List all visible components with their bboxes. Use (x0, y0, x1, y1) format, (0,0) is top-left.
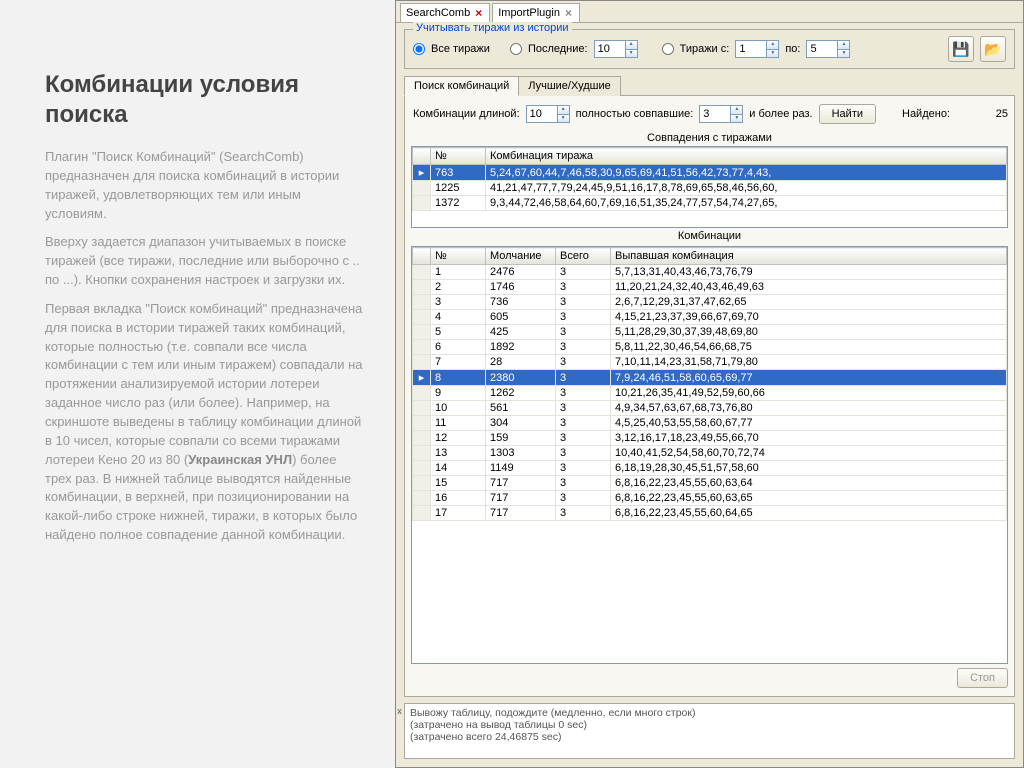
spin-from[interactable]: ▲▼ (735, 40, 779, 58)
table-row[interactable]: 1056134,9,34,57,63,67,68,73,76,80 (413, 401, 1007, 416)
log-line: (затрачено всего 24,46875 sec) (410, 731, 1009, 743)
matches-title: Совпадения с тиражами (411, 130, 1008, 146)
wtab-searchcomb[interactable]: SearchComb × (400, 3, 490, 22)
column-header[interactable]: Комбинация тиража (486, 148, 1007, 165)
table-row[interactable]: 21746311,20,21,24,32,40,43,46,49,63 (413, 280, 1007, 295)
range-title: Учитывать тиражи из истории (413, 22, 572, 34)
table-row[interactable]: 1771736,8,16,22,23,45,55,60,64,65 (413, 506, 1007, 521)
table-row[interactable]: 1671736,8,16,22,23,45,55,60,63,65 (413, 491, 1007, 506)
doc-title: Комбинации условия поиска (45, 70, 365, 130)
find-button[interactable]: Найти (819, 104, 876, 124)
save-icon[interactable]: 💾 (948, 36, 974, 62)
label-last-draws: Последние: (528, 43, 588, 55)
table-row[interactable]: 131303310,40,41,52,54,58,60,70,72,74 (413, 446, 1007, 461)
doc-p1: Плагин "Поиск Комбинаций" (SearchComb) п… (45, 148, 365, 223)
spin-combo-len[interactable]: ▲▼ (526, 105, 570, 123)
table-row[interactable]: 1130434,5,25,40,53,55,58,60,67,77 (413, 416, 1007, 431)
label-full-match: полностью совпавшие: (576, 108, 694, 120)
found-value: 25 (996, 108, 1008, 120)
table-row[interactable]: ▸7635,24,67,60,44,7,46,58,30,9,65,69,41,… (413, 165, 1007, 181)
stop-button[interactable]: Стоп (957, 668, 1008, 688)
spin-to[interactable]: ▲▼ (806, 40, 850, 58)
label-all-draws: Все тиражи (431, 43, 490, 55)
spin-to-input[interactable] (807, 41, 837, 57)
column-header[interactable]: Выпавшая комбинация (611, 248, 1007, 265)
table-row[interactable]: 373632,6,7,12,29,31,37,47,62,65 (413, 295, 1007, 310)
spin-from-input[interactable] (736, 41, 766, 57)
table-row[interactable]: 91262310,21,26,35,41,49,52,59,60,66 (413, 386, 1007, 401)
log-box: x Вывожу таблицу, подождите (медленно, е… (404, 703, 1015, 759)
log-line: (затрачено на вывод таблицы 0 sec) (410, 719, 1009, 731)
doc-p3: Первая вкладка "Поиск комбинаций" предна… (45, 300, 365, 545)
doc-side-panel: Комбинации условия поиска Плагин "Поиск … (0, 0, 395, 768)
label-combo-len: Комбинации длиной: (413, 108, 520, 120)
matches-grid[interactable]: №Комбинация тиража▸7635,24,67,60,44,7,46… (412, 147, 1007, 211)
spin-last[interactable]: ▲▼ (594, 40, 638, 58)
wtab-importplugin[interactable]: ImportPlugin × (492, 3, 580, 22)
table-row[interactable]: 6189235,8,11,22,30,46,54,66,68,75 (413, 340, 1007, 355)
chevron-up-icon: ▲ (626, 41, 637, 50)
table-row[interactable]: 13729,3,44,72,46,58,64,60,7,69,16,51,35,… (413, 196, 1007, 211)
table-row[interactable]: 14114936,18,19,28,30,45,51,57,58,60 (413, 461, 1007, 476)
spin-full-match[interactable]: ▲▼ (699, 105, 743, 123)
table-row[interactable]: 72837,10,11,14,23,31,58,71,79,80 (413, 355, 1007, 370)
doc-p2: Вверху задается диапазон учитываемых в п… (45, 233, 365, 290)
inner-tabs: Поиск комбинаций Лучшие/Худшие (404, 75, 1015, 96)
close-icon[interactable]: × (563, 6, 574, 20)
spin-combo-len-input[interactable] (527, 106, 557, 122)
app-window: SearchComb × ImportPlugin × Учитывать ти… (395, 0, 1024, 768)
spin-last-input[interactable] (595, 41, 625, 57)
criteria-row: Комбинации длиной: ▲▼ полностью совпавши… (411, 102, 1008, 130)
close-icon[interactable]: × (473, 6, 484, 20)
column-header[interactable]: Молчание (486, 248, 556, 265)
radio-last-draws[interactable] (510, 43, 522, 55)
close-icon[interactable]: x (395, 707, 404, 716)
table-row[interactable]: 460534,15,21,23,37,39,66,67,69,70 (413, 310, 1007, 325)
combos-title: Комбинации (411, 228, 1008, 244)
label-more-times: и более раз. (749, 108, 812, 120)
open-icon[interactable]: 📂 (980, 36, 1006, 62)
tab-search[interactable]: Поиск комбинаций (404, 76, 519, 96)
combos-grid[interactable]: №МолчаниеВсегоВыпавшая комбинация1247635… (412, 247, 1007, 521)
column-header[interactable]: Всего (556, 248, 611, 265)
radio-range-draws[interactable] (662, 43, 674, 55)
table-row[interactable]: 122541,21,47,77,7,79,24,45,9,51,16,17,8,… (413, 181, 1007, 196)
table-row[interactable]: 1247635,7,13,31,40,43,46,73,76,79 (413, 265, 1007, 280)
table-row[interactable]: ▸8238037,9,24,46,51,58,60,65,69,77 (413, 370, 1007, 386)
label-from: Тиражи с: (680, 43, 730, 55)
window-tabs: SearchComb × ImportPlugin × (396, 1, 1023, 23)
label-found: Найдено: (902, 108, 950, 120)
log-line: Вывожу таблицу, подождите (медленно, есл… (410, 707, 1009, 719)
table-row[interactable]: 1571736,8,16,22,23,45,55,60,63,64 (413, 476, 1007, 491)
column-header[interactable]: № (431, 248, 486, 265)
tab-body-search: Комбинации длиной: ▲▼ полностью совпавши… (404, 96, 1015, 697)
column-header[interactable]: № (431, 148, 486, 165)
table-row[interactable]: 542535,11,28,29,30,37,39,48,69,80 (413, 325, 1007, 340)
range-groupbox: Учитывать тиражи из истории Все тиражи П… (404, 29, 1015, 69)
chevron-down-icon: ▼ (626, 50, 637, 58)
radio-all-draws[interactable] (413, 43, 425, 55)
tab-bestworst[interactable]: Лучшие/Худшие (518, 76, 620, 96)
table-row[interactable]: 1215933,12,16,17,18,23,49,55,66,70 (413, 431, 1007, 446)
spin-full-match-input[interactable] (700, 106, 730, 122)
label-to: по: (785, 43, 800, 55)
matches-grid-wrap[interactable]: №Комбинация тиража▸7635,24,67,60,44,7,46… (411, 146, 1008, 228)
combos-grid-wrap[interactable]: №МолчаниеВсегоВыпавшая комбинация1247635… (411, 246, 1008, 664)
